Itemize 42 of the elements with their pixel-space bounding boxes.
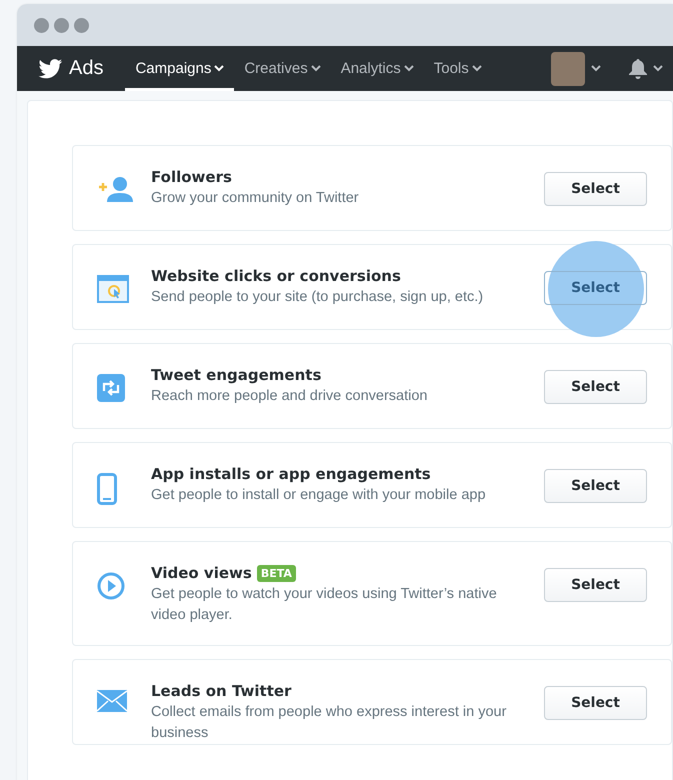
play-icon [97,572,125,600]
objective-description: Get people to watch your videos using Twitter’s native video player. [151,585,498,625]
objective-title: Tweet engagements [151,366,322,384]
caret-icon [404,65,414,72]
select-button[interactable]: Select [544,568,647,602]
avatar-photo-placeholder[interactable] [551,52,585,86]
envelope-icon [97,690,127,712]
objective-title: Website clicks or conversions [151,267,401,285]
caret-icon [214,65,224,72]
objective-title: Followers [151,168,232,186]
select-button[interactable]: Select [544,469,647,503]
caret-icon [591,65,601,72]
select-button[interactable]: Select [544,370,647,404]
objective-description: Send people to your site (to purchase, sign up, etc.) [151,288,484,307]
objective-description: Grow your community on Twitter [151,189,360,208]
nav-tab[interactable]: Campaigns [125,49,234,91]
nav-tab[interactable]: Tools [424,49,492,91]
bell-icon[interactable] [629,58,647,78]
window-control [74,18,89,32]
objective-title: Video views [151,564,252,582]
beta-badge: BETA [256,564,296,582]
objective-title: App installs or app engagements [151,465,431,483]
brand-name: Ads [69,57,104,80]
select-button[interactable]: Select [544,172,647,206]
nav-tab[interactable]: Analytics [330,49,424,91]
caret-icon [310,65,321,72]
objective-description: Collect emails from people who express interest in your business [151,703,508,743]
objective-title: Leads on Twitter [151,682,292,700]
select-button[interactable]: Select [544,271,647,305]
caret-icon [653,65,663,72]
bird-icon[interactable] [38,58,63,78]
browser-cursor-icon [97,275,129,303]
nav-tab[interactable]: Creatives [234,49,331,91]
phone-icon [97,473,117,505]
objective-description: Get people to install or engage with your mobile app [151,486,487,505]
select-button[interactable]: Select [544,686,647,720]
window-control [34,18,49,32]
retweet-icon [97,374,125,402]
caret-icon [472,65,482,72]
objective-description: Reach more people and drive conversation [151,387,428,406]
window-control [54,18,69,32]
add-person-icon [97,176,133,202]
